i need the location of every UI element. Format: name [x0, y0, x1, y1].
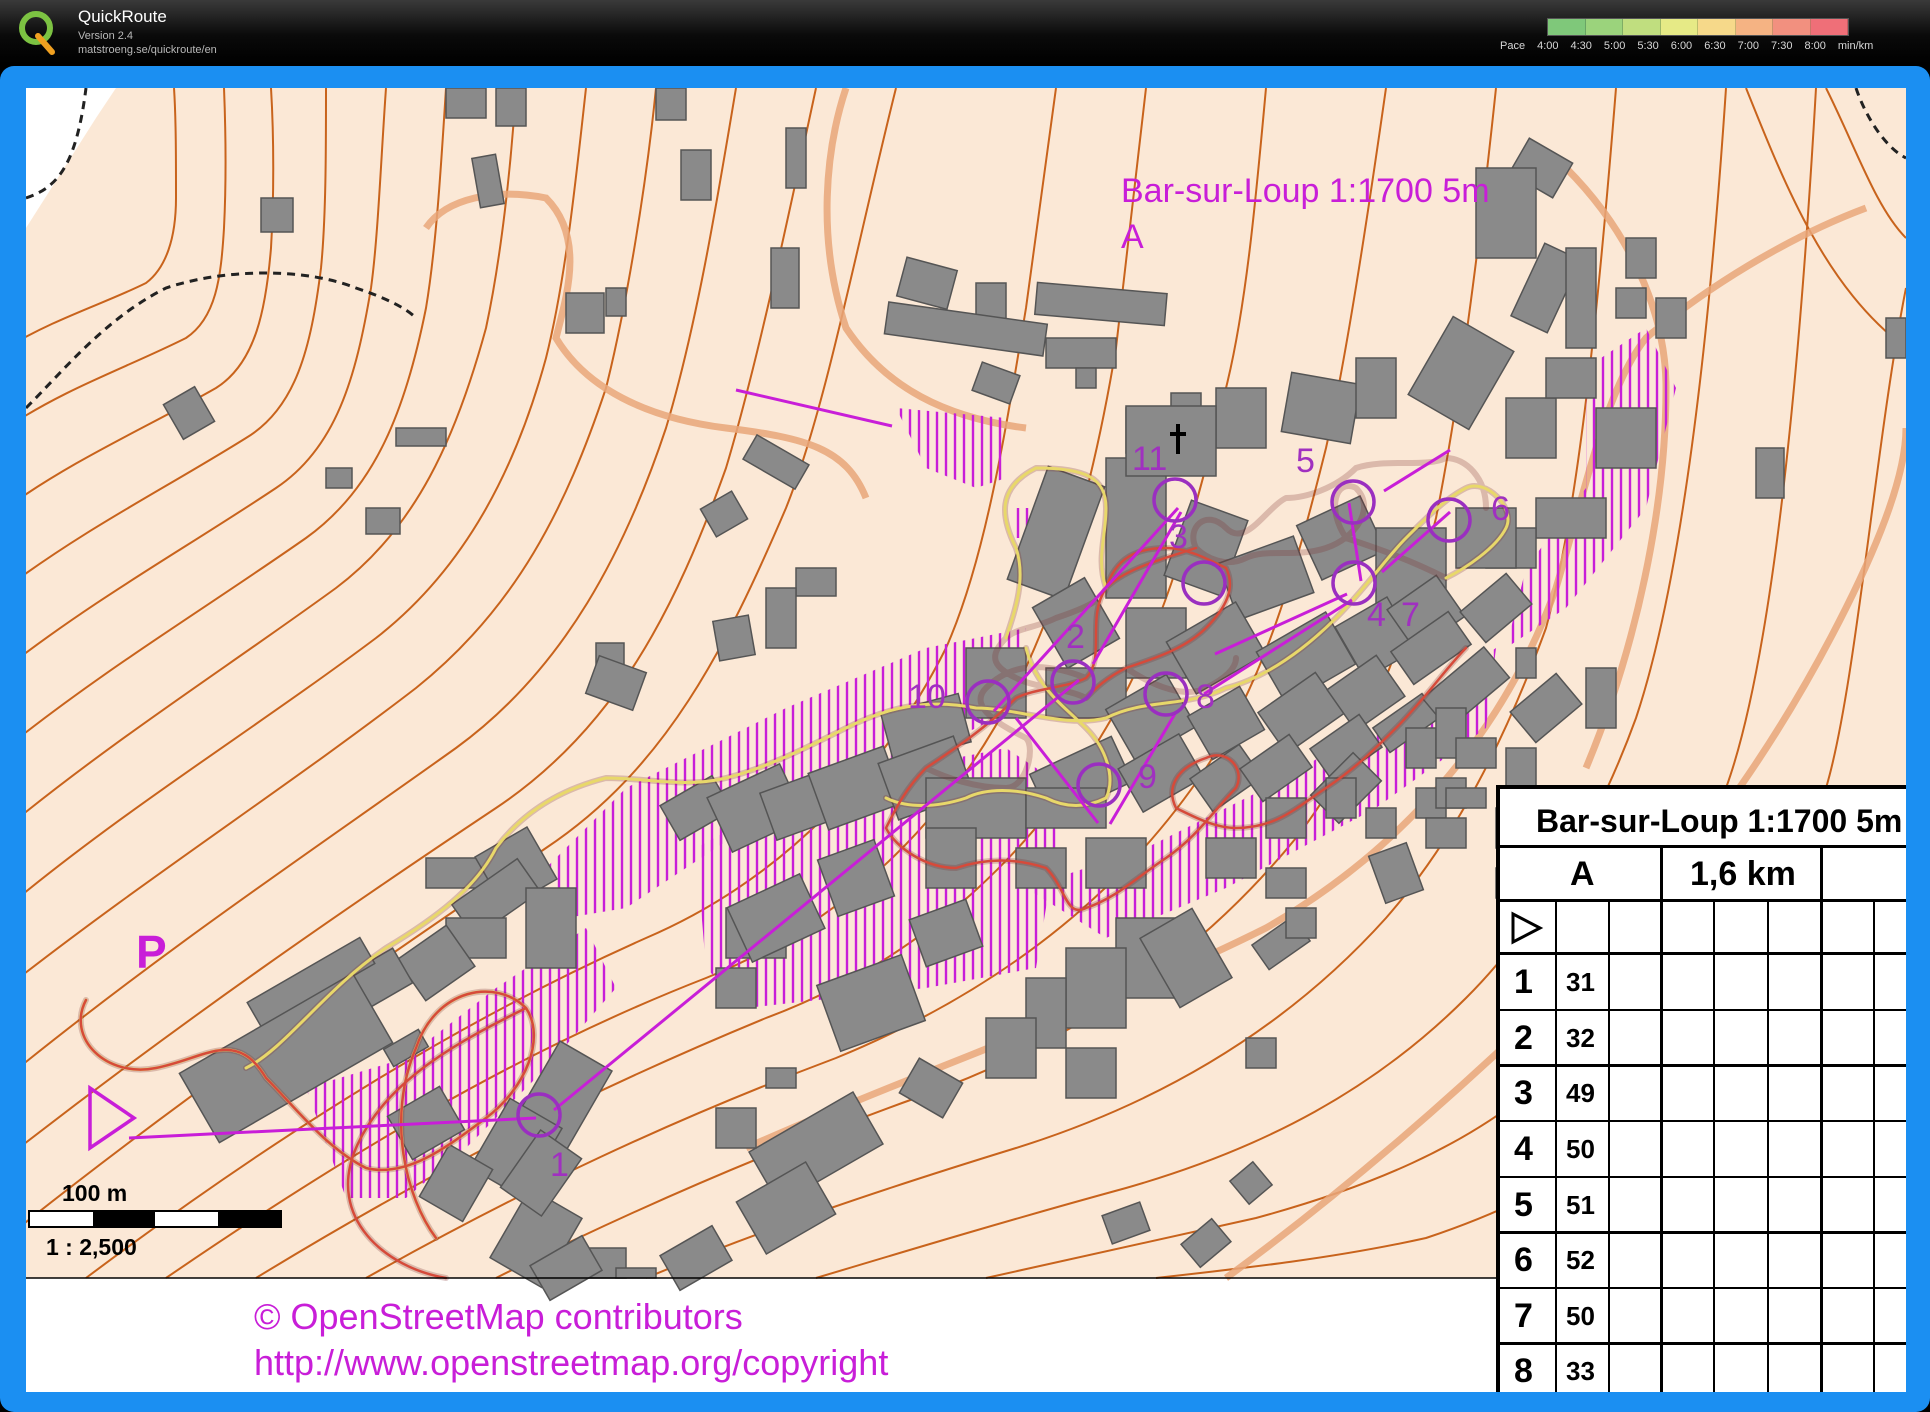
- card-start-row: [1500, 899, 1906, 954]
- pace-tick: 5:30: [1637, 40, 1659, 52]
- map-course-label: A: [1121, 218, 1144, 256]
- card-row: 1 31: [1500, 955, 1906, 1010]
- card-length: 1,6 km: [1690, 855, 1796, 893]
- card-row: 8 33: [1500, 1344, 1906, 1392]
- map-title-label: Bar-sur-Loup 1:1700 5m: [1121, 172, 1490, 210]
- pace-tick: 6:30: [1704, 40, 1726, 52]
- control-number-11: 11: [1132, 440, 1167, 478]
- pace-color-segment: [1548, 19, 1586, 35]
- card-control-number: 2: [1514, 1019, 1533, 1057]
- card-control-code: 33: [1566, 1356, 1595, 1386]
- scale-distance: 100 m: [62, 1180, 128, 1206]
- scale-bar-segments: [28, 1210, 282, 1228]
- card-control-number: 3: [1514, 1074, 1533, 1112]
- pace-tick: 7:30: [1771, 40, 1793, 52]
- pace-color-segment: [1773, 19, 1811, 35]
- control-number-4: 4: [1367, 596, 1386, 634]
- pace-tick: 4:30: [1570, 40, 1592, 52]
- card-control-code: 49: [1566, 1078, 1595, 1108]
- pace-tick: 5:00: [1603, 40, 1626, 52]
- card-control-number: 7: [1514, 1297, 1533, 1335]
- control-number-7: 7: [1401, 596, 1420, 634]
- pace-labels: Pace 4:00 4:30 5:00 5:30 6:00 6:30 7:00 7:30 8:00…: [1500, 40, 1885, 52]
- pace-color-segment: [1660, 19, 1698, 35]
- card-divider: [1500, 845, 1906, 848]
- control-number-1: 1: [550, 1146, 569, 1184]
- pace-tick: 7:00: [1737, 40, 1760, 52]
- card-row: 4 50: [1500, 1122, 1906, 1177]
- pace-unit: min/km: [1837, 40, 1874, 52]
- app-name: QuickRoute: [78, 7, 167, 26]
- control-number-3: 3: [1169, 518, 1188, 556]
- pace-color-bar: [1547, 18, 1849, 36]
- parking-symbol: P: [136, 926, 167, 978]
- control-number-5: 5: [1296, 442, 1315, 480]
- scale-bar: 100 m 1 : 2,500: [26, 1180, 286, 1270]
- quickroute-logo-icon: [19, 11, 55, 55]
- pace-color-segment: [1585, 19, 1623, 35]
- card-row: 6 52: [1500, 1233, 1906, 1288]
- control-number-6: 6: [1491, 490, 1510, 528]
- card-row: 3 49: [1500, 1066, 1906, 1121]
- app-header: QuickRoute Version 2.4 matstroeng.se/qui…: [0, 0, 1930, 64]
- control-number-9: 9: [1138, 758, 1157, 796]
- map-viewport[interactable]: 1 2 3 4 5 6 7 8 9 10 11 Bar-sur-Loup 1:1…: [26, 88, 1906, 1392]
- card-row: 5 51: [1500, 1178, 1906, 1233]
- card-course: A: [1570, 855, 1595, 893]
- pace-tick: 6:00: [1670, 40, 1693, 52]
- pace-color-segment: [1810, 19, 1848, 35]
- card-row: 2 32: [1500, 1011, 1906, 1066]
- control-number-8: 8: [1196, 678, 1215, 716]
- card-row: 7 50: [1500, 1289, 1906, 1344]
- control-number-10: 10: [908, 678, 946, 716]
- card-control-code: 51: [1566, 1190, 1595, 1220]
- pace-color-segment: [1698, 19, 1736, 35]
- card-control-number: 8: [1514, 1352, 1533, 1390]
- card-control-number: 5: [1514, 1186, 1533, 1224]
- card-control-code: 52: [1566, 1245, 1595, 1275]
- control-number-2: 2: [1066, 618, 1085, 656]
- pace-tick: 4:00: [1537, 40, 1559, 52]
- pace-color-segment: [1623, 19, 1661, 35]
- pace-scale: Pace 4:00 4:30 5:00 5:30 6:00 6:30 7:00 7:30 8:00…: [1500, 16, 1920, 56]
- card-control-number: 1: [1514, 963, 1533, 1001]
- card-control-code: 50: [1566, 1134, 1595, 1164]
- pace-label: Pace: [1500, 40, 1526, 52]
- card-control-code: 32: [1566, 1023, 1595, 1053]
- start-triangle-icon: [1511, 911, 1544, 945]
- app-url[interactable]: matstroeng.se/quickroute/en: [78, 44, 217, 56]
- card-control-number: 6: [1514, 1241, 1533, 1279]
- copyright-line-2[interactable]: http://www.openstreetmap.org/copyright: [254, 1342, 888, 1384]
- card-control-code: 50: [1566, 1301, 1595, 1331]
- card-control-code: 31: [1566, 967, 1595, 997]
- app-version: Version 2.4: [78, 30, 134, 42]
- scale-ratio: 1 : 2,500: [46, 1234, 137, 1260]
- copyright-line-1: © OpenStreetMap contributors: [254, 1296, 743, 1337]
- card-control-number: 4: [1514, 1130, 1533, 1168]
- control-description-card: Bar-sur-Loup 1:1700 5m A 1,6 km 1 31 2 3…: [1496, 785, 1906, 1392]
- pace-color-segment: [1735, 19, 1773, 35]
- pace-tick: 8:00: [1804, 40, 1826, 52]
- card-title: Bar-sur-Loup 1:1700 5m: [1536, 803, 1903, 839]
